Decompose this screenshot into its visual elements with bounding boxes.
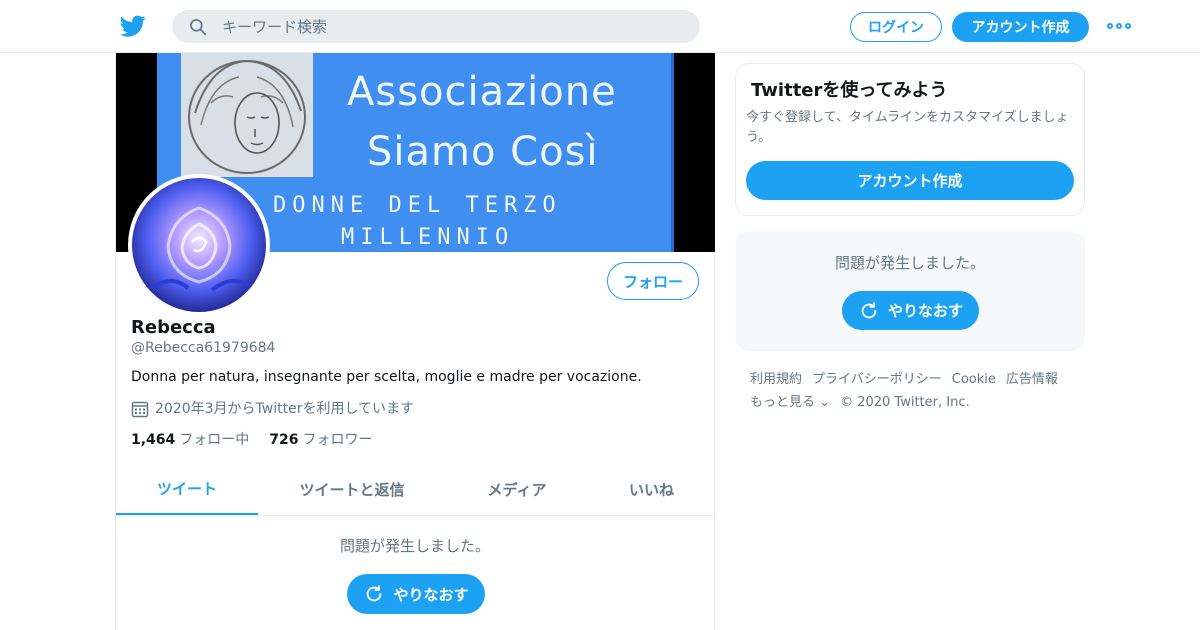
timeline-error-text: 問題が発生しました。 (340, 537, 491, 555)
more-dots-icon[interactable] (1107, 17, 1131, 35)
search-icon (190, 19, 207, 36)
avatar[interactable] (128, 174, 270, 316)
profile-handle: @Rebecca61979684 (131, 340, 276, 356)
banner-subtitle-line-1: DONNE DEL TERZO (273, 193, 562, 218)
tab-likes[interactable]: いいね (588, 463, 715, 515)
sidebar-error-text: 問題が発生しました。 (835, 254, 986, 272)
footer-row-2: もっと見る ⌄ © 2020 Twitter, Inc. (750, 391, 1080, 414)
sidebar-error-box: 問題が発生しました。 やりなおす (735, 231, 1085, 351)
search-bar[interactable] (172, 10, 700, 43)
banner-title-line-2: Siamo Così (367, 129, 599, 175)
following-label: フォロー中 (179, 432, 250, 448)
footer-link-terms[interactable]: 利用規約 (750, 372, 802, 387)
tab-tweets[interactable]: ツイート (116, 463, 258, 515)
footer-link-cookie[interactable]: Cookie (952, 372, 996, 387)
follow-button[interactable]: フォロー (607, 262, 699, 300)
sketch-face-image (181, 53, 313, 177)
sidebar-retry-label: やりなおす (887, 302, 963, 320)
followers-link[interactable]: 726 フォロワー (269, 429, 372, 449)
twitter-bird-icon[interactable] (120, 13, 146, 39)
signup-card: Twitterを使ってみよう 今すぐ登録して、タイムラインをカスタマイズしましょ… (735, 63, 1085, 216)
footer-link-privacy[interactable]: プライバシーポリシー (812, 372, 942, 387)
top-bar: ログイン アカウント作成 (0, 0, 1200, 53)
following-link[interactable]: 1,464 フォロー中 (131, 429, 249, 449)
footer-more-label: もっと見る (750, 395, 816, 410)
signup-button[interactable]: アカウント作成 (952, 12, 1089, 42)
chevron-down-icon: ⌄ (819, 395, 831, 410)
timeline-retry-label: やりなおす (393, 585, 469, 604)
blue-rose-avatar-image (132, 178, 266, 312)
profile-bio: Donna per natura, insegnante per scelta,… (131, 369, 642, 385)
tab-media[interactable]: メディア (446, 463, 588, 515)
following-count: 1,464 (131, 432, 176, 448)
tab-tweets-and-replies[interactable]: ツイートと返信 (258, 463, 446, 515)
signup-card-title: Twitterを使ってみよう (751, 80, 948, 101)
footer-more-link[interactable]: もっと見る ⌄ (750, 395, 830, 410)
signup-card-description: 今すぐ登録して、タイムラインをカスタマイズしましょう。 (746, 110, 1069, 145)
profile-stats: 1,464 フォロー中 726 フォロワー (131, 429, 373, 449)
footer-links: 利用規約 プライバシーポリシー Cookie 広告情報 もっと見る ⌄ © 2020 T… (750, 368, 1080, 414)
followers-count: 726 (269, 432, 299, 448)
footer-copyright: © 2020 Twitter, Inc. (840, 395, 970, 410)
login-button[interactable]: ログイン (850, 12, 942, 42)
followers-label: フォロワー (302, 432, 373, 448)
signup-card-button[interactable]: アカウント作成 (746, 161, 1074, 200)
banner-subtitle-line-2: MILLENNIO (341, 225, 515, 250)
joined-date: 2020年3月からTwitterを利用しています (131, 398, 414, 418)
profile-name: Rebecca (131, 317, 216, 338)
search-input[interactable] (222, 10, 682, 43)
footer-row-1: 利用規約 プライバシーポリシー Cookie 広告情報 (750, 368, 1080, 391)
sidebar-retry-button[interactable]: やりなおす (842, 291, 979, 330)
banner-title-line-1: Associazione (347, 69, 617, 115)
timeline-retry-button[interactable]: やりなおす (347, 574, 485, 614)
profile-column: Associazione Siamo Così DONNE DEL TERZO … (115, 53, 715, 630)
joined-text: 2020年3月からTwitterを利用しています (155, 401, 415, 417)
calendar-icon (131, 401, 149, 418)
profile-tabs: ツイート ツイートと返信 メディア いいね (116, 463, 715, 516)
refresh-icon (861, 301, 877, 318)
refresh-icon (367, 585, 382, 602)
footer-link-ads[interactable]: 広告情報 (1006, 372, 1058, 387)
